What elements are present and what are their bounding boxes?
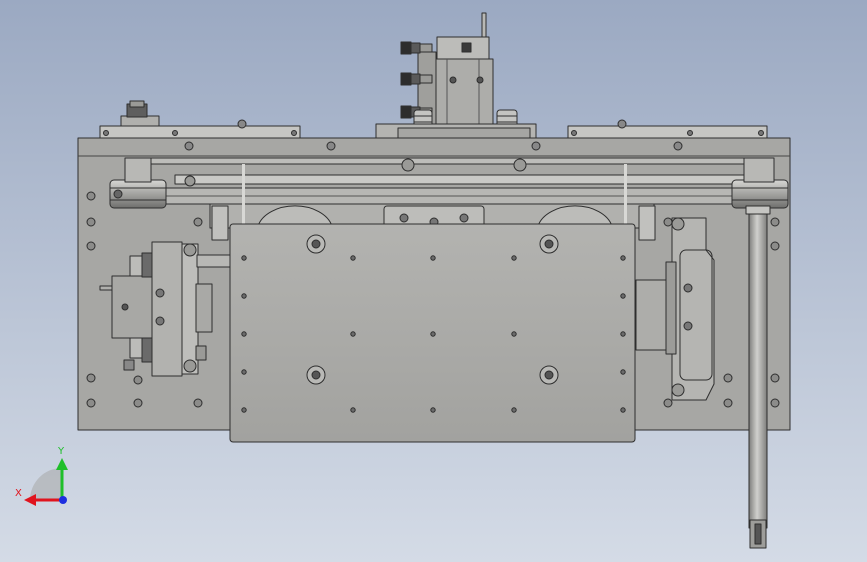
y-axis-arrowhead (56, 458, 68, 470)
y-axis-label: Y (57, 446, 65, 457)
top-rail-right (567, 119, 768, 141)
carriage-plate (229, 223, 636, 443)
top-cylinder-assembly (400, 12, 518, 131)
air-fitting-1 (400, 41, 433, 55)
axis-triad: Y X (15, 446, 68, 506)
x-axis-label: X (15, 488, 22, 499)
z-axis-dot (59, 496, 67, 504)
vertical-actuator-rod (745, 205, 771, 549)
cad-viewport[interactable]: Y X (0, 0, 867, 562)
x-axis-arrowhead (24, 494, 36, 506)
air-fitting-2 (400, 72, 433, 86)
cad-model-view[interactable]: Y X (0, 0, 867, 562)
top-rail-left (99, 100, 301, 141)
